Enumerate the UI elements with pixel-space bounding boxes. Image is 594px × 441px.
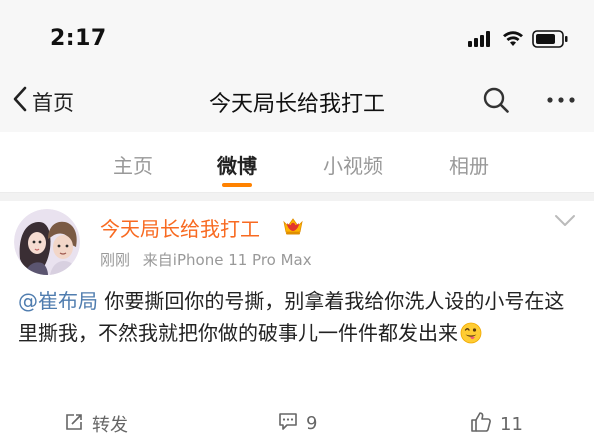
tab-album[interactable]: 相册 xyxy=(444,150,494,179)
wifi-icon xyxy=(502,31,524,51)
post-time: 刚刚 xyxy=(100,251,131,269)
post-body: 你要撕回你的号撕，别拿着我给你洗人设的小号在这里撕我，不然我就把你做的破事儿一件… xyxy=(18,289,565,345)
nav-bar: 首页 今天局长给我打工 xyxy=(0,72,594,132)
status-time: 2:17 xyxy=(50,26,107,51)
nav-actions xyxy=(482,86,576,118)
more-icon[interactable] xyxy=(546,86,576,118)
chevron-down-icon[interactable] xyxy=(554,213,576,232)
repost-button[interactable]: 转发 xyxy=(64,411,128,437)
comment-icon xyxy=(278,411,298,436)
crown-badge-icon xyxy=(282,215,304,237)
battery-icon xyxy=(532,30,568,52)
status-icons xyxy=(468,30,568,52)
author-name[interactable]: 今天局长给我打工 xyxy=(100,213,260,242)
repost-label: 转发 xyxy=(92,415,128,436)
post-source: 来自iPhone 11 Pro Max xyxy=(142,251,312,269)
thumbs-up-icon xyxy=(470,411,492,438)
tab-video[interactable]: 小视频 xyxy=(318,150,388,179)
search-icon[interactable] xyxy=(482,86,510,118)
post-actions: 转发 9 11 xyxy=(0,407,594,441)
divider xyxy=(0,193,594,201)
avatar[interactable] xyxy=(14,209,80,275)
tab-weibo[interactable]: 微博 xyxy=(212,150,262,179)
post-text: @崔布局 你要撕回你的号撕，别拿着我给你洗人设的小号在这里撕我，不然我就把你做的… xyxy=(18,285,584,349)
signal-icon xyxy=(468,31,494,51)
profile-tabs: 主页 微博 小视频 相册 xyxy=(0,132,594,193)
active-tab-indicator xyxy=(222,183,252,187)
post-card[interactable]: 今天局长给我打工 刚刚 来自iPhone 11 Pro Max @崔布局 你要撕… xyxy=(0,201,594,441)
tab-home[interactable]: 主页 xyxy=(108,150,158,179)
share-icon xyxy=(64,412,84,437)
like-count: 11 xyxy=(500,414,523,435)
post-meta: 刚刚 来自iPhone 11 Pro Max xyxy=(100,249,312,270)
status-bar: 2:17 xyxy=(0,0,594,72)
like-button[interactable]: 11 xyxy=(470,411,523,438)
comment-button[interactable]: 9 xyxy=(278,411,317,436)
mention-link[interactable]: @崔布局 xyxy=(18,289,98,313)
comment-count: 9 xyxy=(306,413,318,434)
grinning-tongue-emoji xyxy=(460,321,482,344)
